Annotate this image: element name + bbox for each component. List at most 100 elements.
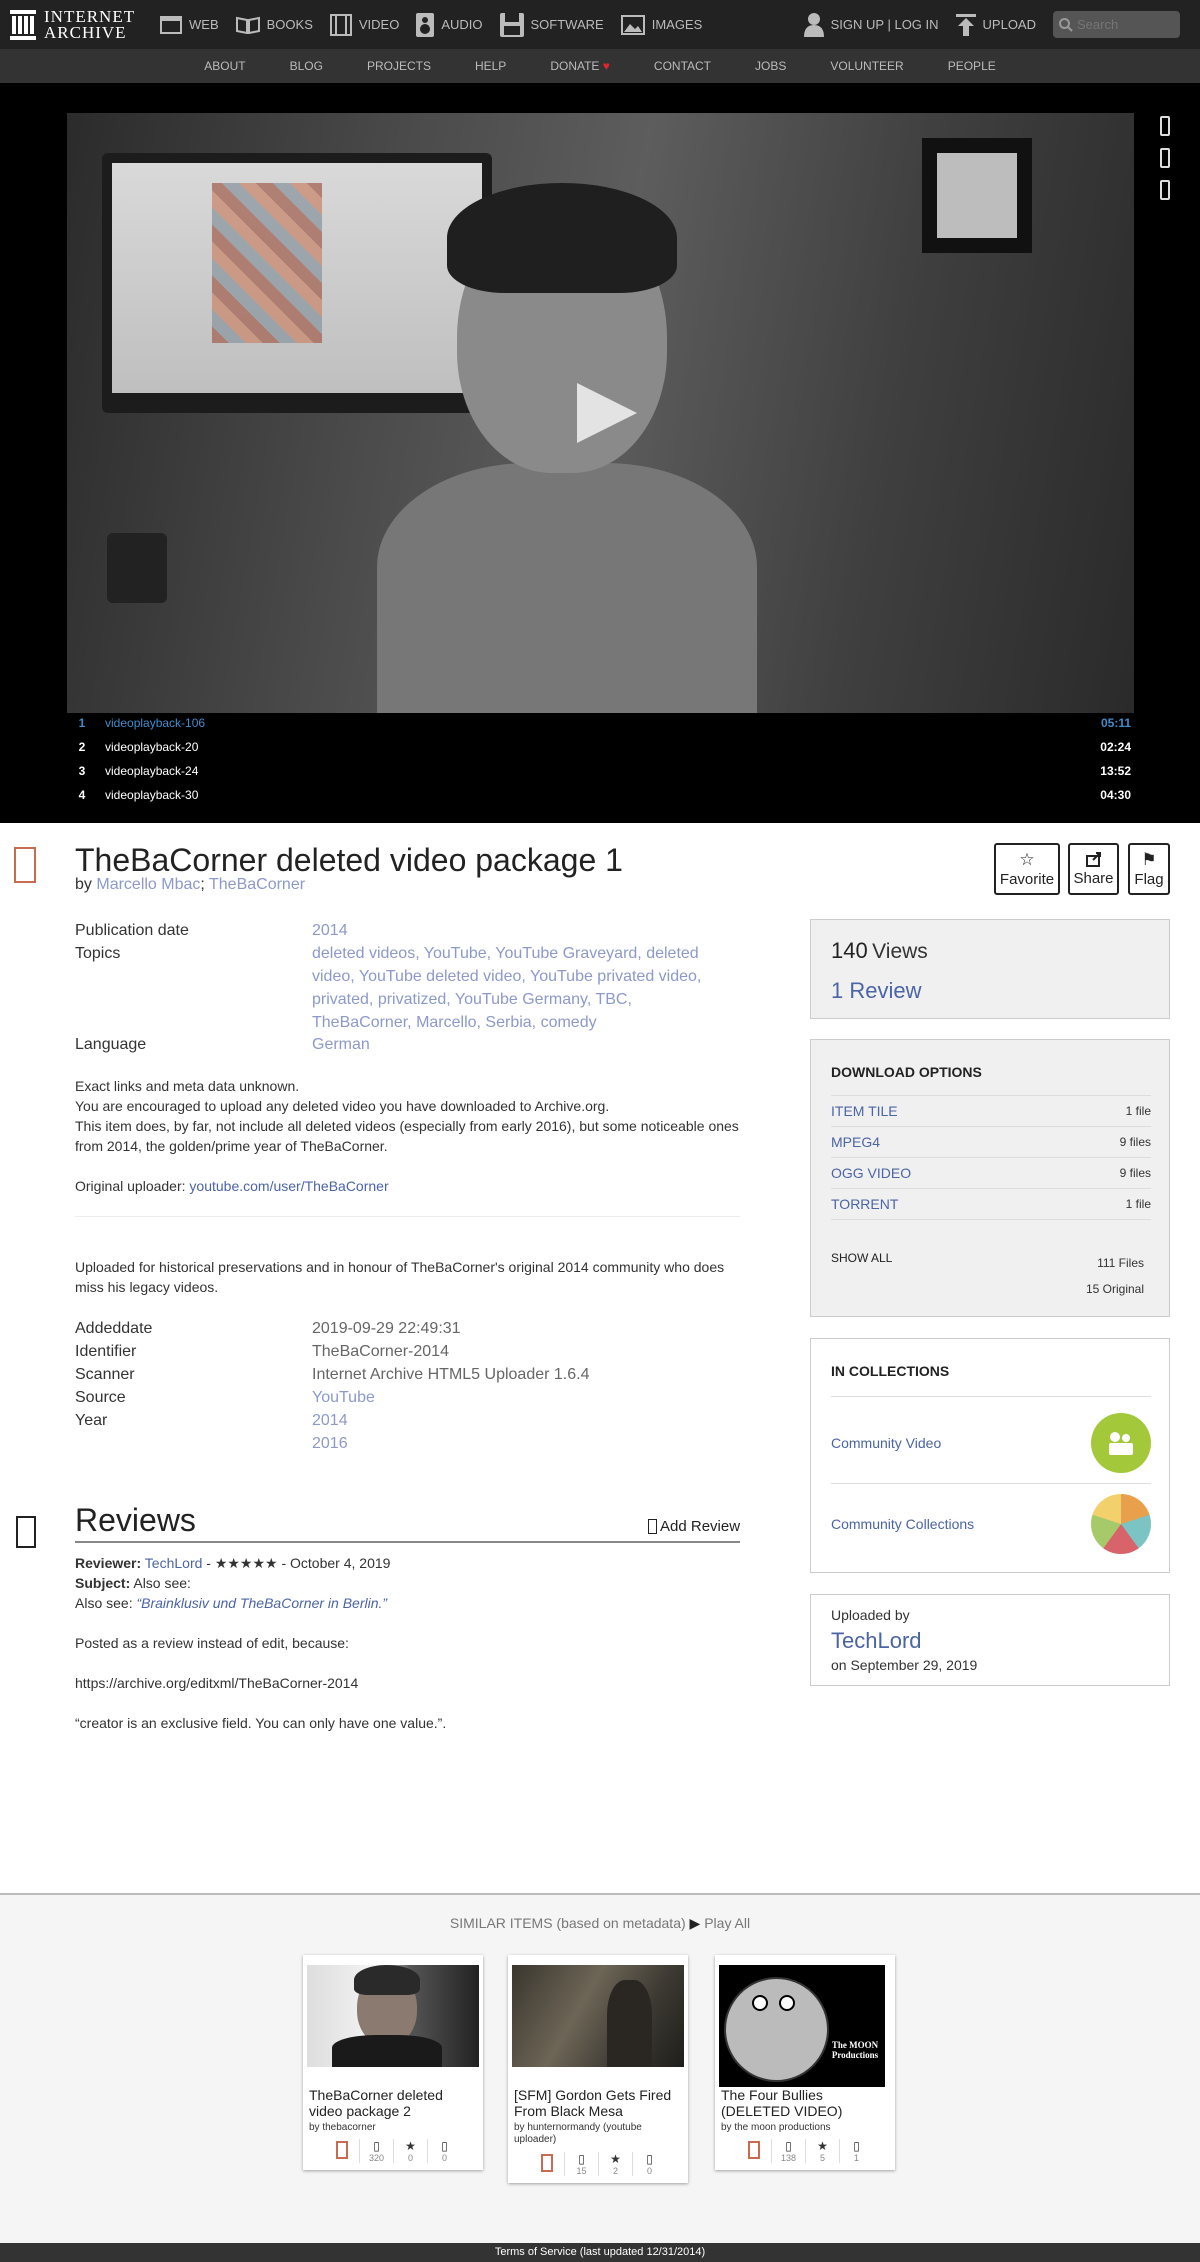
similar-item-tile[interactable]: TheBaCorner deleted video package 2 by t…	[303, 1955, 483, 2170]
metadata-value-link[interactable]: 2014	[312, 1409, 712, 1432]
subnav-donate-label: DONATE	[550, 59, 600, 73]
movies-icon	[541, 2154, 553, 2172]
subnav-donate[interactable]: DONATE ♥	[550, 59, 610, 73]
playlist-item-name: videoplayback-24	[105, 764, 199, 778]
topic-link[interactable]: TheBaCorner	[312, 1014, 407, 1031]
metadata-source: Source YouTube	[75, 1386, 740, 1409]
top-navigation: INTERNET ARCHIVE WEB BOOKS VIDEO AUDIO S…	[0, 0, 1200, 49]
terms-of-service-link[interactable]: Terms of Service (last updated 12/31/201…	[495, 2246, 705, 2258]
uploader-user-link[interactable]: TechLord	[831, 1628, 922, 1654]
download-format-link[interactable]: TORRENT	[831, 1196, 898, 1212]
community-video-icon	[1091, 1413, 1151, 1473]
topic-link[interactable]: YouTube Germany	[455, 991, 587, 1008]
metadata-value-link[interactable]: YouTube	[312, 1386, 712, 1409]
share-icon	[1085, 852, 1101, 867]
collection-item[interactable]: Community Collections	[831, 1484, 1151, 1564]
collection-link[interactable]: Community Collections	[831, 1516, 974, 1532]
playlist-item[interactable]: 3 videoplayback-24 13:52	[67, 759, 1134, 783]
reviewer-link[interactable]: TechLord	[145, 1555, 203, 1571]
collection-item[interactable]: Community Video	[831, 1403, 1151, 1483]
nav-video[interactable]: VIDEO	[329, 13, 399, 36]
topic-link[interactable]: deleted videos	[312, 945, 415, 962]
collection-link[interactable]: Community Video	[831, 1435, 941, 1451]
creator-link[interactable]: TheBaCorner	[209, 876, 305, 893]
creator-link[interactable]: Marcello Mbac	[96, 876, 200, 893]
sign-in-link[interactable]: SIGN UP | LOG IN	[803, 12, 939, 37]
download-format-link[interactable]: MPEG4	[831, 1134, 880, 1150]
theater-fullscreen-icon[interactable]	[1160, 148, 1170, 168]
theater-lightbulb-icon[interactable]	[1160, 116, 1170, 136]
metadata-value-link[interactable]: 2016	[312, 1432, 712, 1455]
internet-archive-logo[interactable]: INTERNET ARCHIVE	[10, 8, 160, 41]
uploader-link[interactable]: youtube.com/user/TheBaCorner	[189, 1178, 388, 1194]
video-frame-person	[377, 183, 757, 713]
share-button[interactable]: Share	[1068, 843, 1119, 895]
topic-link[interactable]: YouTube Graveyard	[495, 945, 637, 962]
flag-button[interactable]: ⚑ Flag	[1128, 843, 1170, 895]
nav-web-label: WEB	[189, 17, 219, 32]
subnav-volunteer[interactable]: VOLUNTEER	[830, 59, 903, 73]
topic-link[interactable]: comedy	[541, 1014, 597, 1031]
topic-link[interactable]: TBC	[595, 991, 627, 1008]
favorite-button[interactable]: ☆ Favorite	[994, 843, 1060, 895]
similar-item-tile[interactable]: [SFM] Gordon Gets Fired From Black Mesa …	[508, 1955, 688, 2183]
video-frame-speaker	[107, 533, 167, 603]
similar-item-tile[interactable]: The MOON Productions The Four Bullies (D…	[715, 1955, 895, 2170]
nav-books[interactable]: BOOKS	[235, 16, 313, 34]
play-all-button[interactable]: ▶ Play All	[690, 1915, 751, 1931]
upload-link[interactable]: UPLOAD	[955, 13, 1036, 36]
review-also-see: Also see: “Brainklusiv und TheBaCorner i…	[75, 1593, 740, 1613]
subnav-jobs[interactable]: JOBS	[755, 59, 786, 73]
topic-link[interactable]: YouTube	[424, 945, 487, 962]
search-input[interactable]	[1077, 17, 1172, 32]
playlist-item[interactable]: 4 videoplayback-30 04:30	[67, 783, 1134, 807]
download-options-title: DOWNLOAD OPTIONS	[831, 1064, 982, 1080]
reviews-heading: Reviews	[75, 1502, 196, 1538]
favorites-count: 2	[612, 2166, 618, 2176]
subnav-contact[interactable]: CONTACT	[654, 59, 711, 73]
subnav-people[interactable]: PEOPLE	[948, 59, 996, 73]
show-all-link[interactable]: SHOW ALL	[831, 1251, 892, 1265]
nav-audio-label: AUDIO	[441, 17, 483, 32]
topic-link[interactable]: privatized	[378, 991, 446, 1008]
subnav-help[interactable]: HELP	[475, 59, 506, 73]
review-body-link[interactable]: https://archive.org/editxml/TheBaCorner-…	[75, 1673, 740, 1693]
nav-images-label: IMAGES	[651, 17, 703, 32]
metadata-value-link[interactable]: 2014	[312, 919, 712, 942]
playlist-item[interactable]: 1 videoplayback-106 05:11	[67, 711, 1134, 735]
playlist-item[interactable]: 2 videoplayback-20 02:24	[67, 735, 1134, 759]
topic-link[interactable]: Serbia	[485, 1014, 531, 1031]
play-all-label: Play All	[704, 1915, 751, 1931]
video-frame-picture	[922, 138, 1032, 253]
subnav-about[interactable]: ABOUT	[204, 59, 245, 73]
nav-web[interactable]: WEB	[160, 15, 219, 34]
collections-title: IN COLLECTIONS	[831, 1363, 950, 1379]
nav-software[interactable]: SOFTWARE	[499, 12, 604, 37]
topic-link[interactable]: privated	[312, 991, 369, 1008]
theater-embed-icon[interactable]	[1160, 180, 1170, 200]
nav-audio[interactable]: AUDIO	[416, 12, 483, 37]
metadata-value-link[interactable]: German	[312, 1033, 712, 1056]
add-review-button[interactable]: Add Review	[648, 1518, 740, 1535]
also-see-link[interactable]: “Brainklusiv und TheBaCorner in Berlin.”	[136, 1595, 387, 1611]
item-title: TheBaCorner deleted video package 1	[75, 842, 623, 878]
subnav-projects[interactable]: PROJECTS	[367, 59, 431, 73]
metadata-value: TheBaCorner-2014	[312, 1343, 449, 1360]
topic-link[interactable]: YouTube privated video	[530, 968, 697, 985]
playlist-item-duration: 04:30	[1100, 788, 1131, 802]
topic-link[interactable]: Marcello	[416, 1014, 476, 1031]
playlist-item-number: 3	[78, 764, 86, 778]
similar-item-thumbnail	[307, 1965, 479, 2067]
play-icon[interactable]	[577, 383, 637, 443]
add-review-label: Add Review	[660, 1518, 741, 1535]
similar-item-title: The Four Bullies (DELETED VIDEO)	[721, 2087, 843, 2119]
reviews-count-link[interactable]: 1 Review	[831, 978, 921, 1004]
topic-link[interactable]: YouTube deleted video	[359, 968, 522, 985]
download-format-link[interactable]: ITEM TILE	[831, 1103, 898, 1119]
nav-images[interactable]: IMAGES	[620, 14, 703, 35]
playlist-item-duration: 02:24	[1100, 740, 1131, 754]
download-format-link[interactable]: OGG VIDEO	[831, 1165, 911, 1181]
review-header: Reviewer: TechLord - ★★★★★ - October 4, …	[75, 1553, 740, 1573]
video-player[interactable]	[67, 113, 1134, 713]
subnav-blog[interactable]: BLOG	[290, 59, 323, 73]
